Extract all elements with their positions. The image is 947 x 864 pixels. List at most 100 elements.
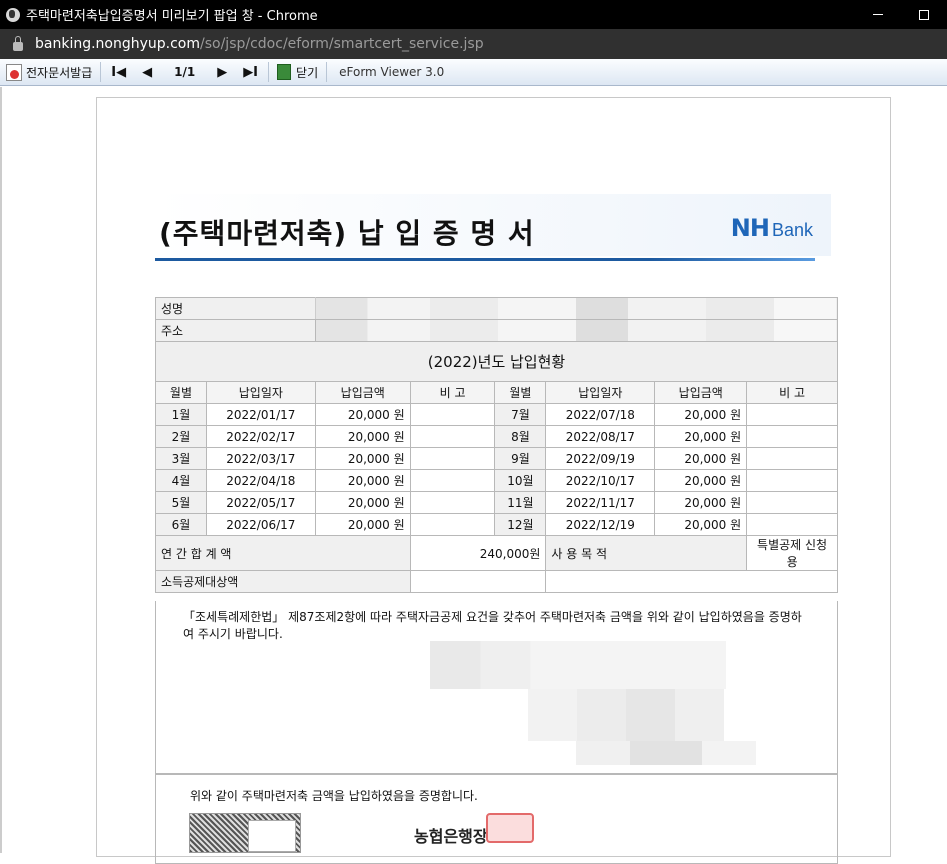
- minimize-button[interactable]: [855, 0, 901, 29]
- name-value-redacted: [314, 297, 839, 320]
- close-label: 닫기: [296, 65, 319, 80]
- note-cell: [409, 425, 496, 448]
- lock-icon: [13, 35, 23, 51]
- deduction-empty: [545, 570, 838, 593]
- month-cell: 10월: [494, 469, 547, 492]
- document-header: (주택마련저축) 납 입 증 명 서 NH Bank: [155, 194, 831, 256]
- table-row: 4월 2022/04/18 20,000 원 10월 2022/10/17 20…: [155, 469, 838, 492]
- amount-cell: 20,000 원: [314, 491, 411, 514]
- table-header-row: 월별 납입일자 납입금액 비 고 월별 납입일자 납입금액 비 고: [155, 381, 838, 404]
- amount-cell: 20,000 원: [314, 403, 411, 426]
- issuer-name: 농협은행장: [414, 827, 488, 846]
- month-cell: 1월: [155, 403, 207, 426]
- barcode-image: [189, 813, 301, 853]
- date-cell: 2022/08/17: [545, 425, 656, 448]
- maximize-button[interactable]: [901, 0, 947, 29]
- document-title: (주택마련저축) 납 입 증 명 서: [159, 217, 535, 250]
- deduction-label: 소득공제대상액: [155, 570, 411, 593]
- amount-cell: 20,000 원: [314, 513, 411, 536]
- date-cell: 2022/02/17: [205, 425, 316, 448]
- next-page-button[interactable]: ▶: [209, 65, 235, 80]
- prev-page-button[interactable]: ◀: [134, 65, 160, 80]
- address-bar[interactable]: banking.nonghyup.com /so/jsp/cdoc/eform/…: [0, 29, 947, 59]
- month-cell: 5월: [155, 491, 207, 514]
- document-page: (주택마련저축) 납 입 증 명 서 NH Bank 성명 주소 (2022)년…: [96, 97, 891, 864]
- table-row: 1월 2022/01/17 20,000 원 7월 2022/07/18 20,…: [155, 403, 838, 426]
- date-cell: 2022/06/17: [205, 513, 316, 536]
- maximize-icon: [919, 9, 929, 20]
- col-note-left: 비 고: [409, 381, 496, 404]
- date-cell: 2022/04/18: [205, 469, 316, 492]
- month-cell: 9월: [494, 447, 547, 470]
- statement-box: 「조세특례제한법」 제87조제2항에 따라 주택자금공제 요건을 갖추어 주택마…: [155, 601, 838, 774]
- last-page-button[interactable]: ▶I: [235, 65, 266, 80]
- date-cell: 2022/05/17: [205, 491, 316, 514]
- table-row: 성명: [155, 297, 839, 320]
- globe-icon: [6, 7, 20, 22]
- toolbar-divider: [268, 62, 270, 82]
- table-row: 2월 2022/02/17 20,000 원 8월 2022/08/17 20,…: [155, 425, 838, 448]
- document-viewport[interactable]: (주택마련저축) 납 입 증 명 서 NH Bank 성명 주소 (2022)년…: [0, 87, 947, 864]
- amount-cell: 20,000 원: [314, 425, 411, 448]
- url-path: /so/jsp/cdoc/eform/smartcert_service.jsp: [200, 36, 484, 52]
- table-row: 주소: [155, 319, 839, 342]
- viewer-toolbar: 전자문서발급 I◀ ◀ 1/1 ▶ ▶I 닫기 eForm Viewer 3.0: [0, 59, 947, 86]
- col-date-right: 납입일자: [545, 381, 656, 404]
- month-cell: 7월: [494, 403, 547, 426]
- deduction-value: [409, 570, 547, 593]
- bank-seal-stamp: [486, 813, 534, 843]
- table-row: 3월 2022/03/17 20,000 원 9월 2022/09/19 20,…: [155, 447, 838, 470]
- name-label: 성명: [155, 297, 316, 320]
- close-button[interactable]: 닫기: [271, 59, 324, 86]
- section-title: (2022)년도 납입현황: [155, 341, 838, 382]
- footer-statement: 위와 같이 주택마련저축 금액을 납입하였음을 증명합니다.: [190, 789, 478, 803]
- amount-cell: 20,000 원: [314, 469, 411, 492]
- address-label: 주소: [155, 319, 316, 342]
- month-cell: 11월: [494, 491, 547, 514]
- table-row: (2022)년도 납입현황: [155, 341, 838, 382]
- col-amount-right: 납입금액: [654, 381, 748, 404]
- toolbar-divider: [326, 62, 328, 82]
- window-titlebar: 주택마련저축납입증명서 미리보기 팝업 창 - Chrome: [0, 0, 947, 29]
- note-cell: [746, 491, 838, 514]
- minimize-icon: [873, 14, 883, 15]
- first-page-button[interactable]: I◀: [103, 65, 134, 80]
- month-cell: 8월: [494, 425, 547, 448]
- url-host: banking.nonghyup.com: [35, 36, 201, 52]
- amount-cell: 20,000 원: [654, 469, 748, 492]
- month-cell: 2월: [155, 425, 207, 448]
- redacted-block: [430, 641, 726, 689]
- col-amount-left: 납입금액: [314, 381, 411, 404]
- table-row: 6월 2022/06/17 20,000 원 12월 2022/12/19 20…: [155, 513, 838, 536]
- note-cell: [409, 447, 496, 470]
- statement-text: 「조세특례제한법」 제87조제2항에 따라 주택자금공제 요건을 갖추어 주택마…: [183, 610, 802, 641]
- annual-total-label: 연 간 합 계 액: [155, 535, 411, 571]
- amount-cell: 20,000 원: [654, 425, 748, 448]
- note-cell: [746, 425, 838, 448]
- certificate-table: 성명 주소 (2022)년도 납입현황 월별 납입일자 납입금액 비 고 월별 …: [155, 297, 839, 593]
- amount-cell: 20,000 원: [654, 447, 748, 470]
- table-row: 소득공제대상액: [155, 570, 838, 593]
- month-cell: 3월: [155, 447, 207, 470]
- viewer-version-label: eForm Viewer 3.0: [339, 65, 445, 79]
- logo-bank-text: Bank: [771, 220, 813, 240]
- col-month-left: 월별: [155, 381, 207, 404]
- certification-footer: 위와 같이 주택마련저축 금액을 납입하였음을 증명합니다. 농협은행장: [155, 774, 838, 864]
- issue-document-button[interactable]: 전자문서발급: [0, 59, 98, 86]
- col-note-right: 비 고: [746, 381, 838, 404]
- note-cell: [746, 403, 838, 426]
- amount-cell: 20,000 원: [654, 513, 748, 536]
- annual-total-value: 240,000원: [409, 535, 547, 571]
- date-cell: 2022/03/17: [205, 447, 316, 470]
- table-row: 연 간 합 계 액 240,000원 사 용 목 적 특별공제 신청용: [155, 535, 838, 571]
- nh-bank-logo: NH Bank: [731, 214, 813, 242]
- document-issue-icon: [6, 63, 22, 81]
- date-cell: 2022/07/18: [545, 403, 656, 426]
- header-rule: [155, 258, 815, 261]
- date-cell: 2022/01/17: [205, 403, 316, 426]
- redacted-block: [528, 689, 724, 741]
- month-cell: 12월: [494, 513, 547, 536]
- date-cell: 2022/12/19: [545, 513, 656, 536]
- amount-cell: 20,000 원: [314, 447, 411, 470]
- purpose-label: 사 용 목 적: [545, 535, 748, 571]
